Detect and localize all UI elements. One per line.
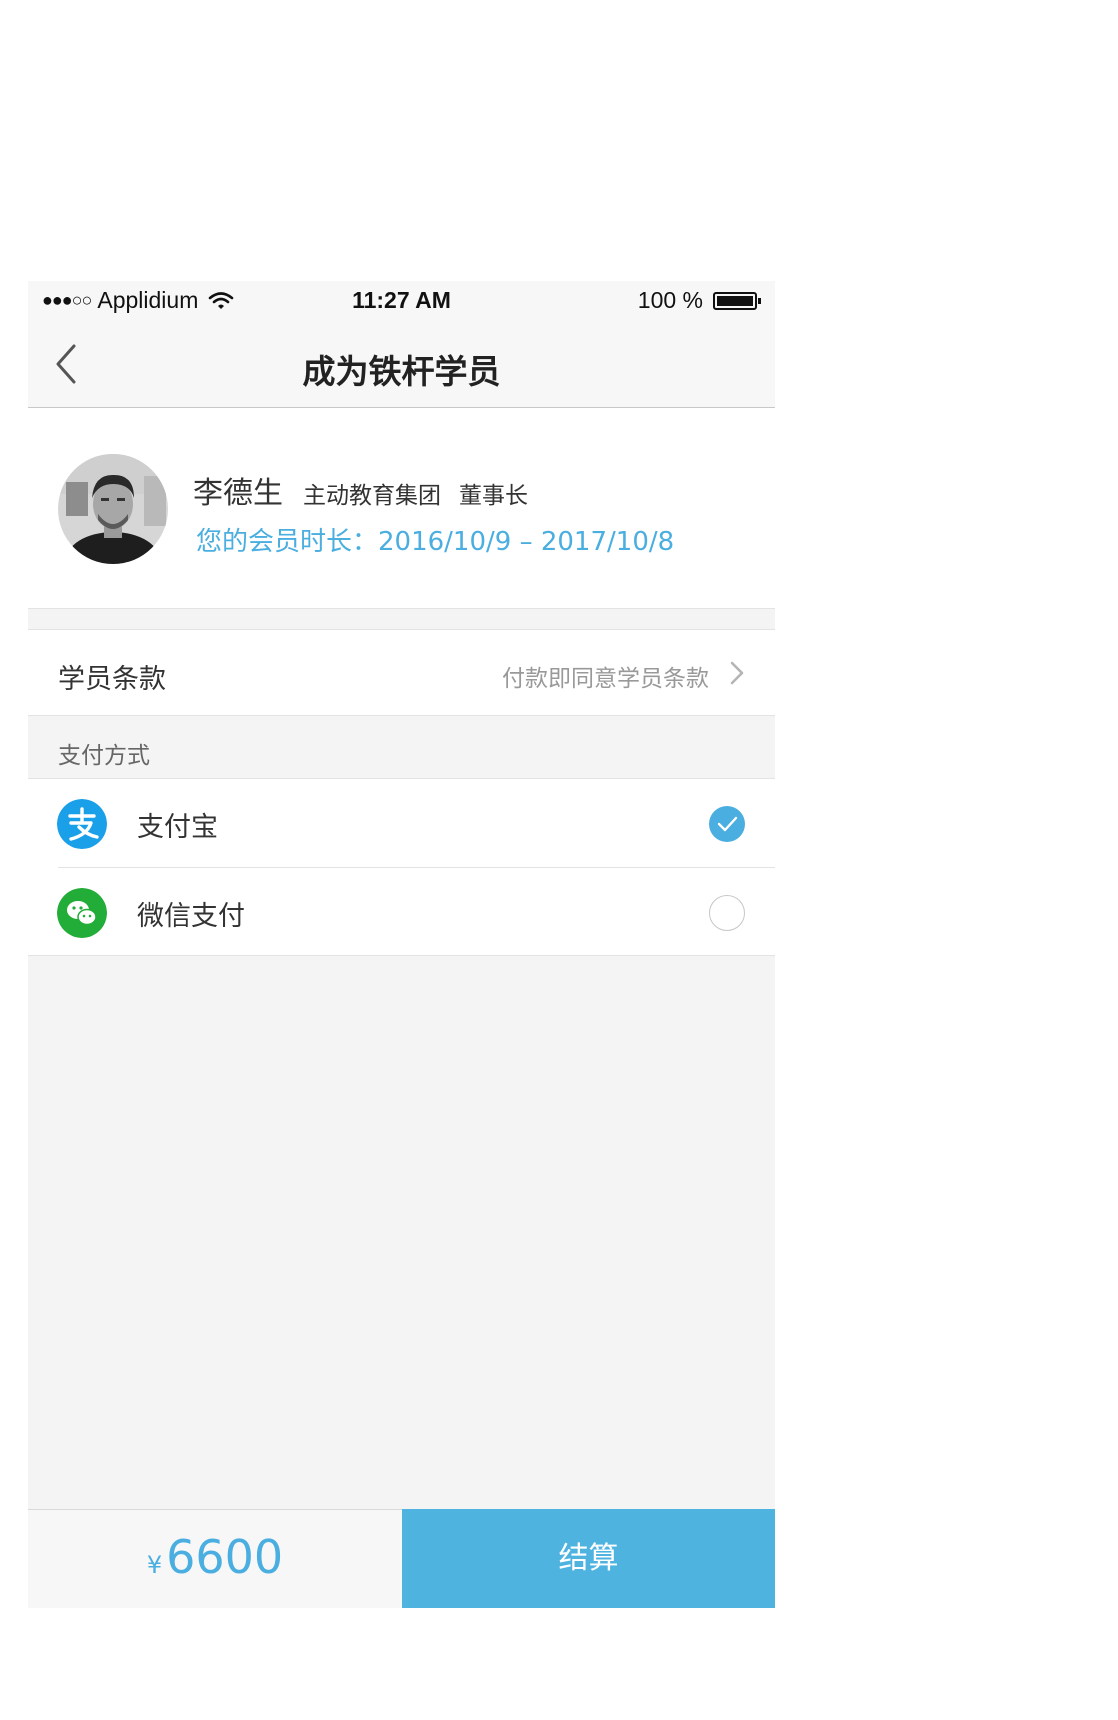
- battery-percent: 100 %: [637, 287, 703, 313]
- total-price: ¥6600: [147, 1530, 283, 1584]
- profile-card: 李德生 主动教育集团 董事长 您的会员时长：2016/10/9 – 2017/1…: [28, 408, 775, 609]
- payment-option-alipay[interactable]: 支付宝: [28, 779, 775, 868]
- nav-bar: 成为铁杆学员: [28, 321, 775, 408]
- terms-label: 学员条款: [58, 664, 166, 695]
- wechat-icon: [57, 888, 107, 938]
- battery-icon: [713, 291, 761, 310]
- status-bar: ●●●○○ Applidium 11:27 AM 100 %: [28, 281, 775, 321]
- checkout-button[interactable]: 结算: [402, 1509, 775, 1608]
- terms-row[interactable]: 学员条款 付款即同意学员条款: [28, 629, 775, 716]
- payment-method-header: 支付方式: [58, 743, 150, 769]
- radio-checked[interactable]: [709, 806, 745, 842]
- avatar: [58, 454, 168, 564]
- payment-option-wechat[interactable]: 微信支付: [28, 868, 775, 957]
- alipay-icon: [57, 799, 107, 849]
- payment-option-label: 微信支付: [137, 901, 245, 932]
- payment-method-list: 支付宝 微信支付: [28, 778, 775, 956]
- status-right: 100 %: [637, 287, 761, 314]
- name-line: 李德生 主动教育集团 董事长: [193, 468, 528, 512]
- price-amount: 6600: [166, 1530, 284, 1584]
- price-box: ¥6600: [28, 1509, 402, 1608]
- phone-screen: ●●●○○ Applidium 11:27 AM 100 % 成为铁杆学员 李德…: [28, 281, 775, 1608]
- radio-unchecked[interactable]: [709, 895, 745, 931]
- check-icon: [717, 816, 738, 832]
- member-name: 李德生: [193, 476, 283, 511]
- chevron-right-icon: [730, 661, 744, 685]
- checkout-bar: ¥6600 结算: [28, 1509, 775, 1608]
- avatar-photo: [58, 454, 168, 564]
- currency-symbol: ¥: [146, 1551, 163, 1579]
- member-role: 董事长: [459, 483, 528, 509]
- membership-period: 您的会员时长：2016/10/9 – 2017/10/8: [196, 527, 675, 557]
- payment-option-label: 支付宝: [137, 812, 218, 843]
- terms-link[interactable]: 付款即同意学员条款: [502, 659, 709, 693]
- page-title: 成为铁杆学员: [302, 352, 501, 391]
- member-organization: 主动教育集团: [303, 483, 441, 509]
